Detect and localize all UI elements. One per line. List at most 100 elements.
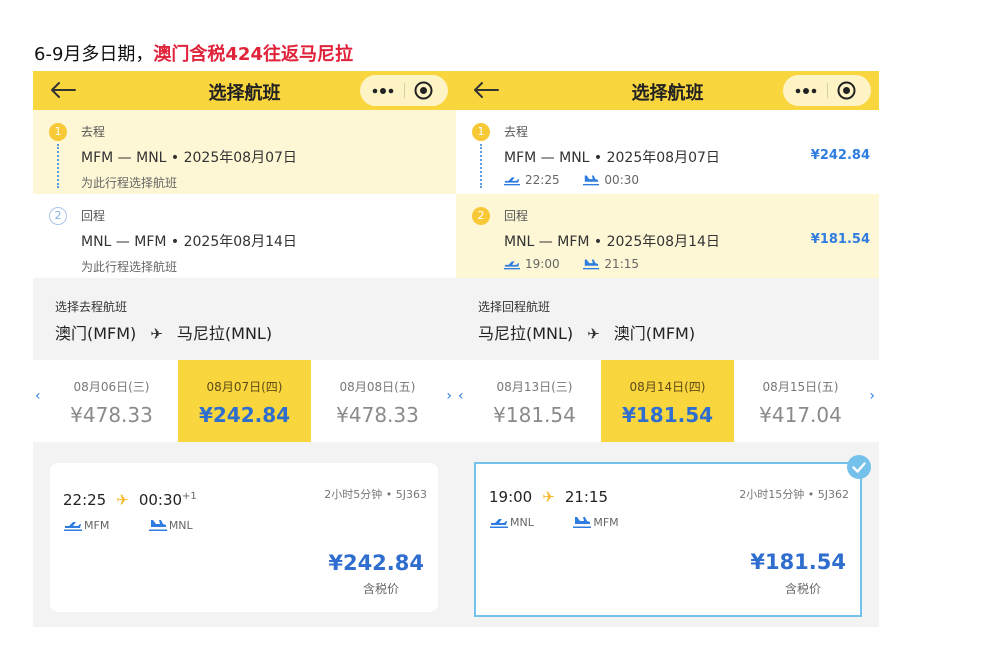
to-city: 马尼拉(MNL) bbox=[176, 324, 273, 343]
date-label: 08月08日(五) bbox=[339, 380, 416, 394]
date-price: ¥417.04 bbox=[759, 403, 842, 427]
date-price: ¥181.54 bbox=[621, 403, 714, 427]
leg-step-number: 2 bbox=[472, 207, 490, 225]
date-option[interactable]: 08月08日(五) ¥478.33 bbox=[311, 360, 444, 442]
airplane-icon: ✈ bbox=[116, 491, 129, 509]
leg-type-label: 去程 bbox=[81, 125, 106, 139]
flight-price: ¥242.84 bbox=[328, 551, 424, 575]
headline-highlight: 澳门含税424往返马尼拉 bbox=[153, 44, 353, 65]
to-city: 澳门(MFM) bbox=[613, 324, 696, 343]
leg-type-label: 去程 bbox=[504, 125, 529, 139]
flight-airports: MNL MFM bbox=[490, 516, 655, 529]
flight-duration: 2小时15分钟 bbox=[739, 488, 805, 501]
flight-times: 19:00 ✈ 21:15 bbox=[489, 488, 608, 506]
date-label: 08月07日(四) bbox=[206, 380, 283, 394]
flight-card-selected[interactable]: 19:00 ✈ 21:15 2小时15分钟 • 5J362 MNL MFM ¥181… bbox=[474, 455, 871, 617]
from-city: 马尼拉(MNL) bbox=[478, 324, 574, 343]
departure-airport: MFM bbox=[64, 519, 109, 532]
date-option-selected[interactable]: 08月07日(四) ¥242.84 bbox=[178, 360, 311, 442]
date-price: ¥478.33 bbox=[70, 403, 153, 427]
flight-number: 5J363 bbox=[395, 488, 427, 501]
return-leg-row[interactable]: 2 回程 MNL — MFM • 2025年08月14日 ¥181.54 19:… bbox=[456, 194, 879, 278]
chevron-right-icon[interactable]: › bbox=[446, 388, 452, 404]
leg-connector-line bbox=[480, 144, 482, 188]
mini-program-capsule bbox=[360, 75, 448, 106]
leg-price: ¥242.84 bbox=[810, 148, 870, 163]
headline-prefix: 6-9月多日期， bbox=[34, 44, 154, 65]
next-day-badge: +1 bbox=[182, 491, 197, 502]
flight-meta: 2小时5分钟 • 5J363 bbox=[324, 488, 427, 501]
takeoff-icon bbox=[64, 522, 82, 531]
leg-step-number: 1 bbox=[472, 123, 490, 141]
leg-step-number: 2 bbox=[49, 207, 67, 225]
date-option[interactable]: 08月06日(三) ¥478.33 bbox=[45, 360, 178, 442]
departure-time: 19:00 bbox=[489, 488, 533, 506]
flight-meta: 2小时15分钟 • 5J362 bbox=[739, 488, 849, 501]
leg-arrival: 00:30 bbox=[583, 173, 639, 187]
date-option[interactable]: 08月15日(五) ¥417.04 bbox=[734, 360, 867, 442]
arrival-airport: MNL bbox=[148, 519, 193, 532]
arrival-time: 00:30 bbox=[138, 491, 183, 509]
date-option-selected[interactable]: 08月14日(四) ¥181.54 bbox=[601, 360, 734, 442]
takeoff-icon bbox=[504, 177, 520, 186]
leg-type-label: 回程 bbox=[504, 209, 529, 223]
route-cities: 澳门(MFM) ✈ 马尼拉(MNL) bbox=[55, 320, 272, 344]
leg-route: MFM — MNL • 2025年08月07日 bbox=[504, 150, 720, 166]
flight-duration: 2小时5分钟 bbox=[324, 488, 383, 501]
leg-times: 22:25 00:30 bbox=[504, 173, 659, 187]
more-dots-icon[interactable] bbox=[372, 88, 394, 94]
date-label: 08月13日(三) bbox=[496, 380, 573, 394]
leg-hint: 为此行程选择航班 bbox=[81, 260, 178, 274]
airplane-icon: ✈ bbox=[542, 488, 555, 506]
landing-icon bbox=[583, 259, 600, 270]
more-dots-icon[interactable] bbox=[795, 88, 817, 94]
capsule-divider bbox=[404, 83, 405, 98]
leg-step-number: 1 bbox=[49, 123, 67, 141]
chevron-left-icon[interactable]: ‹ bbox=[458, 388, 464, 404]
flight-card[interactable]: 22:25 ✈ 00:30+1 2小时5分钟 • 5J363 MFM MNL ¥24… bbox=[50, 463, 438, 612]
date-label: 08月06日(三) bbox=[73, 380, 150, 394]
date-price-selector: ‹ 08月06日(三) ¥478.33 08月07日(四) ¥242.84 08… bbox=[33, 360, 456, 442]
nav-bar: 选择航班 bbox=[33, 71, 456, 110]
leg-departure: 19:00 bbox=[504, 257, 560, 271]
tax-included-note: 含税价 bbox=[784, 582, 821, 596]
leg-times: 19:00 21:15 bbox=[504, 257, 659, 271]
outbound-selection-screen: 选择航班 1 去程 MFM — MNL • 2025年08月07日 为此行程选择… bbox=[33, 71, 456, 627]
date-label: 08月15日(五) bbox=[762, 380, 839, 394]
leg-route: MFM — MNL • 2025年08月07日 bbox=[81, 150, 297, 166]
airplane-icon: ✈ bbox=[587, 325, 600, 343]
takeoff-icon bbox=[490, 519, 508, 528]
departure-time: 22:25 bbox=[63, 491, 107, 509]
flight-price: ¥181.54 bbox=[750, 550, 846, 574]
flight-number: 5J362 bbox=[817, 488, 849, 501]
leg-departure: 22:25 bbox=[504, 173, 560, 187]
date-price: ¥242.84 bbox=[198, 403, 291, 427]
date-option[interactable]: 08月13日(三) ¥181.54 bbox=[468, 360, 601, 442]
leg-route: MNL — MFM • 2025年08月14日 bbox=[81, 234, 297, 250]
landing-icon bbox=[573, 517, 592, 528]
chevron-left-icon[interactable]: ‹ bbox=[35, 388, 41, 404]
takeoff-icon bbox=[504, 261, 520, 270]
leg-route: MNL — MFM • 2025年08月14日 bbox=[504, 234, 720, 250]
departure-airport: MNL bbox=[490, 516, 534, 529]
chevron-right-icon[interactable]: › bbox=[869, 388, 875, 404]
close-target-icon[interactable] bbox=[414, 81, 433, 100]
leg-hint: 为此行程选择航班 bbox=[81, 176, 178, 190]
leg-arrival: 21:15 bbox=[583, 257, 639, 271]
route-header: 选择去程航班 澳门(MFM) ✈ 马尼拉(MNL) bbox=[33, 278, 456, 360]
date-price: ¥181.54 bbox=[493, 403, 576, 427]
outbound-leg-row[interactable]: 1 去程 MFM — MNL • 2025年08月07日 为此行程选择航班 bbox=[33, 110, 456, 194]
route-label: 选择回程航班 bbox=[478, 300, 551, 314]
mini-program-capsule bbox=[783, 75, 871, 106]
arrival-airport: MFM bbox=[573, 516, 619, 529]
return-selection-screen: 选择航班 1 去程 MFM — MNL • 2025年08月07日 ¥242.8… bbox=[456, 71, 879, 627]
date-price: ¥478.33 bbox=[336, 403, 419, 427]
airplane-icon: ✈ bbox=[150, 325, 163, 343]
landing-icon bbox=[148, 520, 167, 531]
outbound-leg-row[interactable]: 1 去程 MFM — MNL • 2025年08月07日 ¥242.84 22:… bbox=[456, 110, 879, 194]
page-headline: 6-9月多日期，澳门含税424往返马尼拉 bbox=[34, 40, 353, 66]
arrival-time: 21:15 bbox=[564, 488, 609, 506]
tax-included-note: 含税价 bbox=[362, 582, 399, 596]
close-target-icon[interactable] bbox=[837, 81, 856, 100]
return-leg-row[interactable]: 2 回程 MNL — MFM • 2025年08月14日 为此行程选择航班 bbox=[33, 194, 456, 278]
